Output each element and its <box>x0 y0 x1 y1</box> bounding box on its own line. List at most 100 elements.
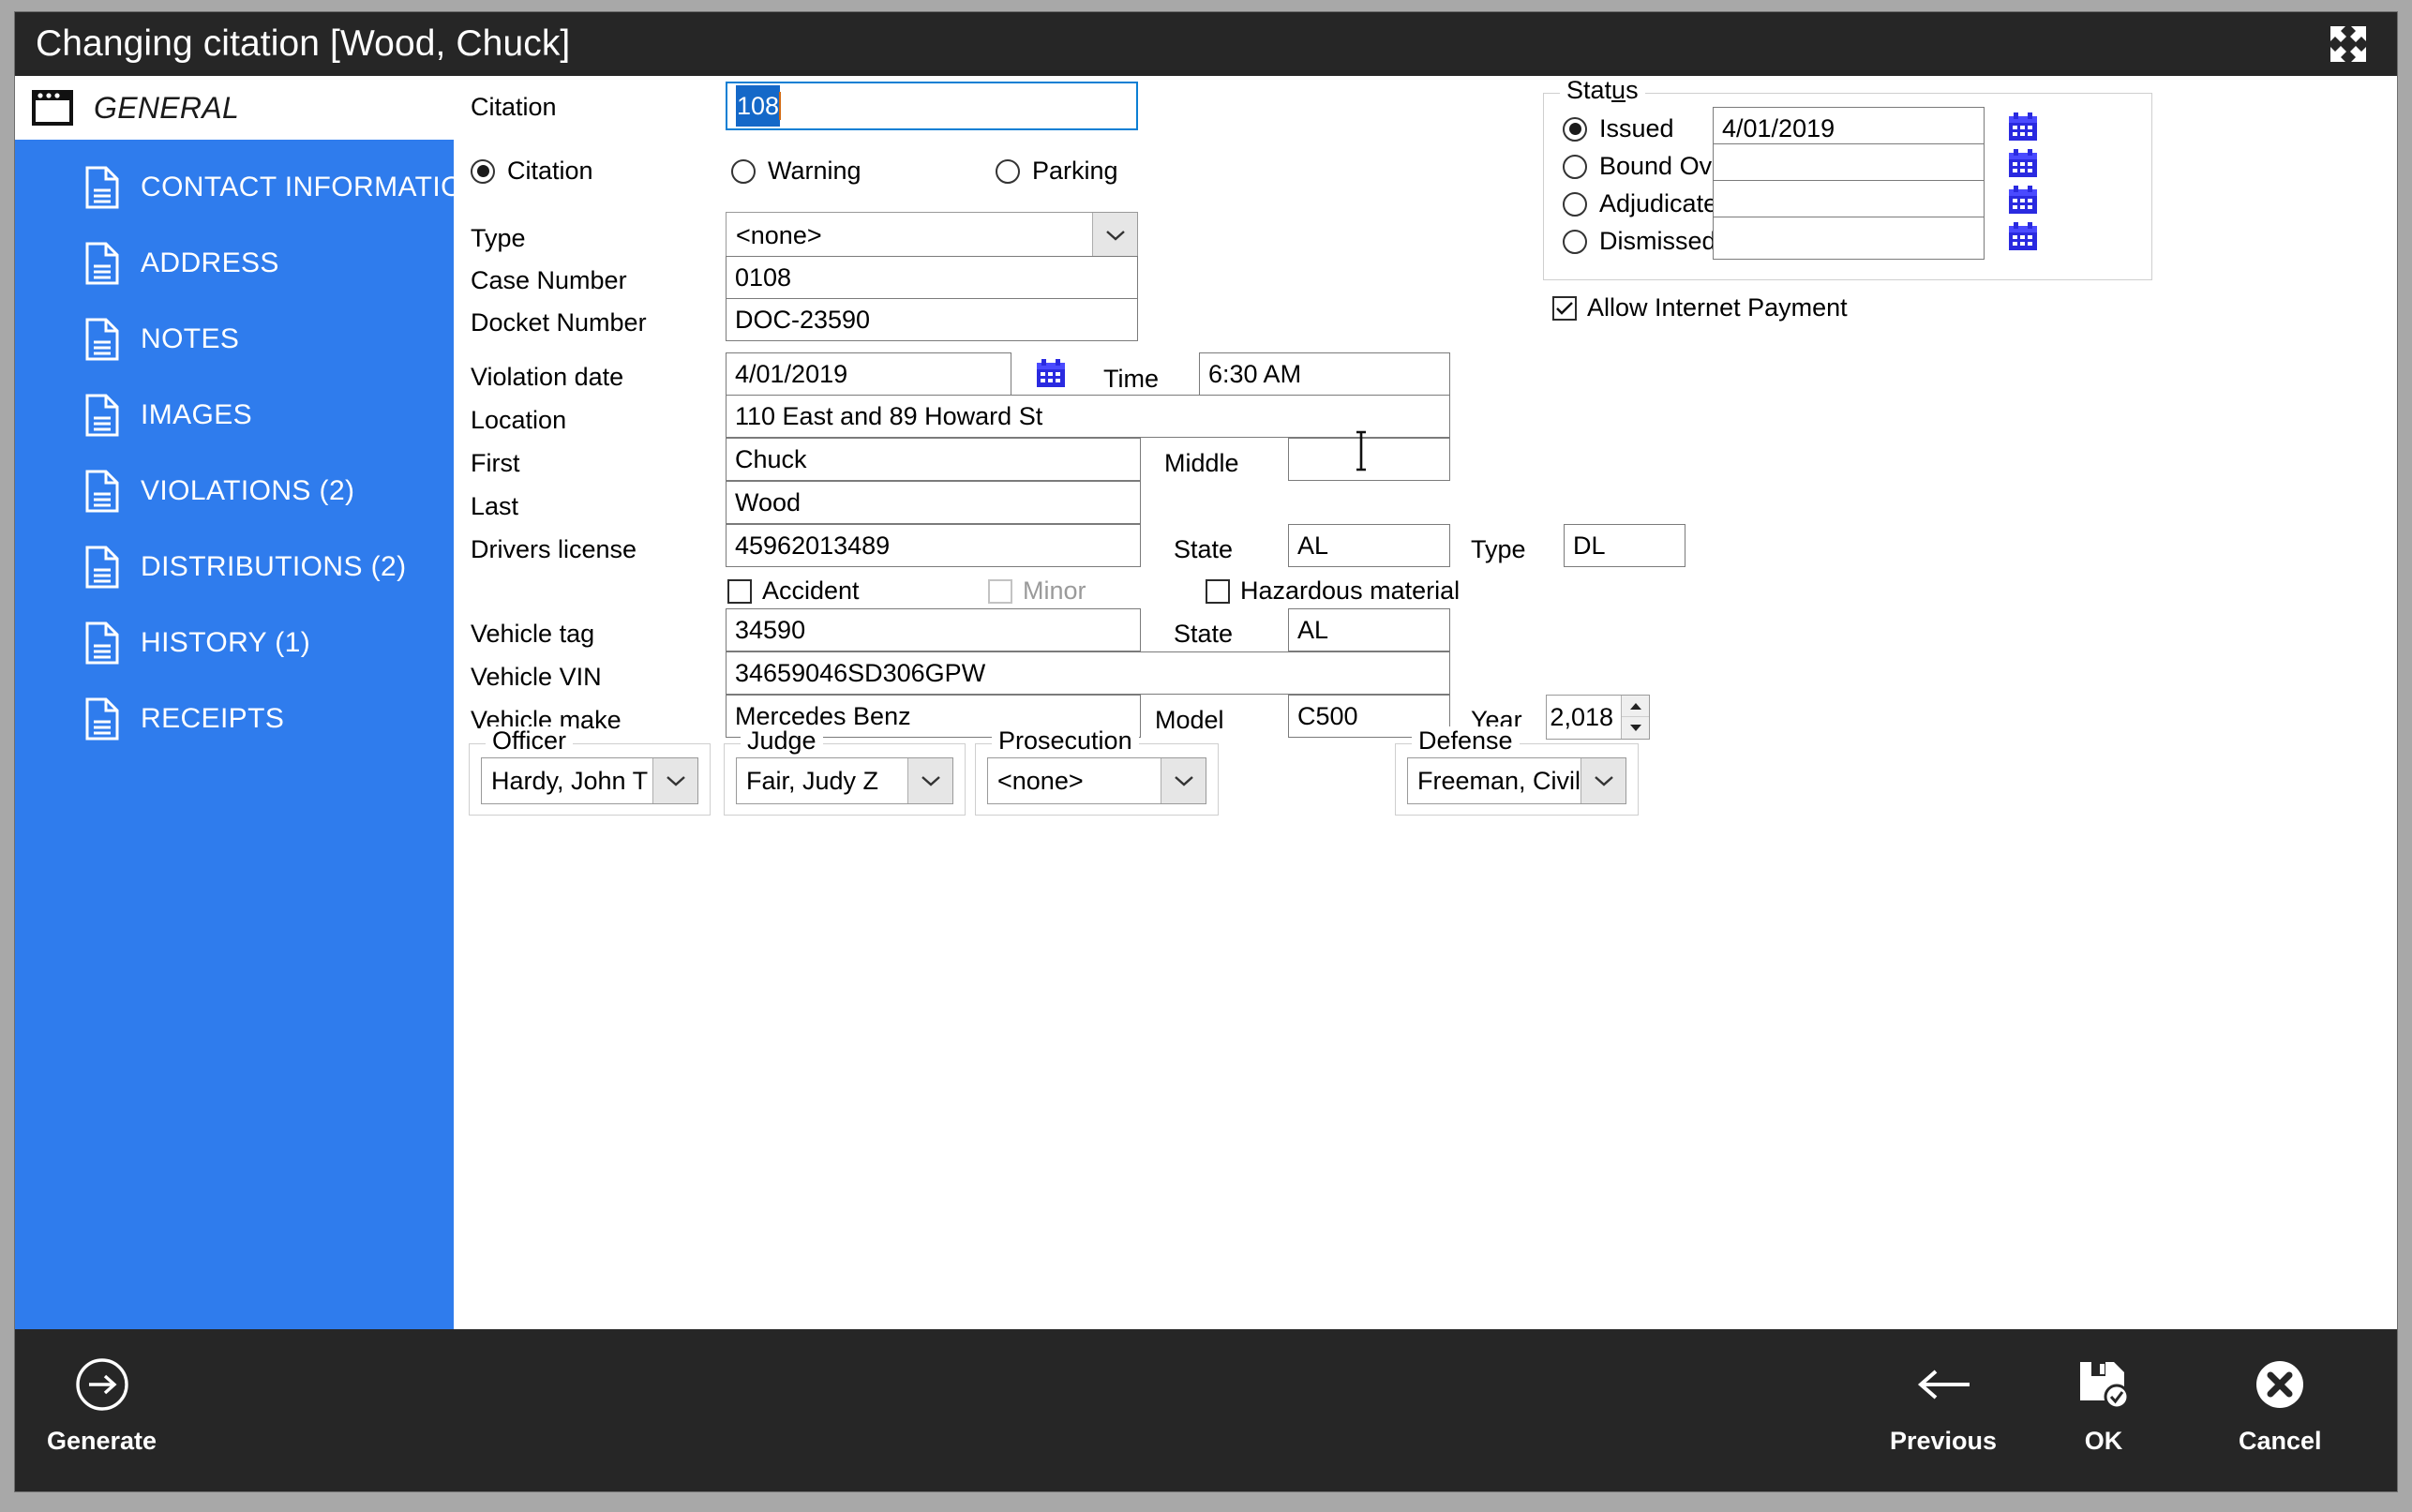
middle-label: Middle <box>1164 449 1239 478</box>
general-form: Citation 108 Citation Warning Parking <box>454 76 2397 1329</box>
citation-input[interactable]: 108 <box>726 82 1138 130</box>
generate-button[interactable]: Generate <box>47 1355 157 1456</box>
radio-citation-label: Citation <box>507 157 593 186</box>
radio-issued-label: Issued <box>1599 114 1674 143</box>
dl-type-label: Type <box>1471 535 1526 564</box>
calendar-icon[interactable] <box>2007 184 2039 216</box>
case-number-label: Case Number <box>471 266 627 295</box>
first-name-input[interactable]: Chuck <box>726 438 1141 481</box>
judge-group-title: Judge <box>741 726 823 756</box>
chevron-down-icon <box>907 758 952 803</box>
first-name-value: Chuck <box>735 439 807 480</box>
calendar-icon[interactable] <box>2007 220 2039 252</box>
tag-state-input[interactable]: AL <box>1288 608 1450 651</box>
middle-name-input[interactable] <box>1288 438 1450 481</box>
vehicle-vin-value: 34659046SD306GPW <box>735 652 985 694</box>
officer-group-title: Officer <box>486 726 573 756</box>
previous-button[interactable]: Previous <box>1890 1355 1997 1456</box>
calendar-icon[interactable] <box>2007 111 2039 142</box>
vehicle-vin-input[interactable]: 34659046SD306GPW <box>726 651 1450 695</box>
drivers-license-input[interactable]: 45962013489 <box>726 524 1141 567</box>
sidebar-item-address[interactable]: ADDRESS <box>15 225 454 301</box>
checkbox-allow-internet-payment-label: Allow Internet Payment <box>1587 293 1848 322</box>
radio-warning[interactable]: Warning <box>731 157 861 186</box>
radio-parking[interactable]: Parking <box>996 157 1118 186</box>
chevron-down-icon <box>652 758 697 803</box>
window-title: Changing citation [Wood, Chuck] <box>36 23 570 65</box>
model-value: C500 <box>1297 696 1358 737</box>
arrow-right-circle-icon <box>74 1355 130 1414</box>
docket-number-input[interactable]: DOC-23590 <box>726 298 1138 341</box>
sidebar-item-list: CONTACT INFORMATION ADDRESS NOTES <box>15 140 454 1329</box>
dl-state-input[interactable]: AL <box>1288 524 1450 567</box>
cancel-button[interactable]: Cancel <box>2239 1355 2322 1456</box>
checkbox-hazardous-material[interactable]: Hazardous material <box>1206 576 1460 606</box>
last-label: Last <box>471 492 518 521</box>
time-value: 6:30 AM <box>1208 353 1301 395</box>
chevron-down-icon <box>1161 758 1206 803</box>
sidebar-item-history[interactable]: HISTORY (1) <box>15 605 454 681</box>
officer-combo[interactable]: Hardy, John T <box>481 757 698 804</box>
stepper-up-icon[interactable] <box>1622 696 1649 717</box>
radio-citation[interactable]: Citation <box>471 157 593 186</box>
dl-type-input[interactable]: DL <box>1564 524 1685 567</box>
defense-combo[interactable]: Freeman, Civility O <box>1407 757 1626 804</box>
ok-button[interactable]: OK <box>2075 1355 2132 1456</box>
dl-state-value: AL <box>1297 525 1328 566</box>
cancel-button-label: Cancel <box>2239 1427 2322 1456</box>
defense-group: Defense Freeman, Civility O <box>1395 743 1639 816</box>
stepper-down-icon[interactable] <box>1622 717 1649 739</box>
location-input[interactable]: 110 East and 89 Howard St <box>726 395 1450 438</box>
expand-arrows-icon[interactable] <box>2326 22 2371 67</box>
judge-combo[interactable]: Fair, Judy Z <box>736 757 953 804</box>
sidebar-item-label: ADDRESS <box>141 247 279 279</box>
radio-dismissed[interactable]: Dismissed <box>1563 227 1716 256</box>
sidebar-item-images[interactable]: IMAGES <box>15 377 454 453</box>
violation-date-input[interactable]: 4/01/2019 <box>726 352 1011 396</box>
type-combo[interactable]: <none> <box>726 212 1138 259</box>
tag-state-value: AL <box>1297 609 1328 651</box>
radio-issued[interactable]: Issued <box>1563 114 1674 143</box>
docket-number-label: Docket Number <box>471 308 647 337</box>
sidebar-item-contact-information[interactable]: CONTACT INFORMATION <box>15 149 454 225</box>
previous-button-label: Previous <box>1890 1427 1997 1456</box>
vehicle-tag-label: Vehicle tag <box>471 620 594 649</box>
first-label: First <box>471 449 519 478</box>
citation-input-value: 108 <box>736 85 780 127</box>
sidebar-item-notes[interactable]: NOTES <box>15 301 454 377</box>
sidebar: GENERAL CONTACT INFORMATION ADDRESS <box>15 76 454 1329</box>
last-name-value: Wood <box>735 482 801 523</box>
vehicle-tag-value: 34590 <box>735 609 805 651</box>
radio-adjudicated-indicator <box>1563 192 1587 217</box>
violation-date-value: 4/01/2019 <box>735 353 847 395</box>
drivers-license-value: 45962013489 <box>735 525 890 566</box>
case-number-input[interactable]: 0108 <box>726 256 1138 299</box>
sidebar-item-violations[interactable]: VIOLATIONS (2) <box>15 453 454 529</box>
radio-citation-indicator <box>471 159 495 184</box>
sidebar-item-distributions[interactable]: DISTRIBUTIONS (2) <box>15 529 454 605</box>
radio-dismissed-label: Dismissed <box>1599 227 1716 256</box>
calendar-icon[interactable] <box>2007 147 2039 179</box>
prosecution-combo[interactable]: <none> <box>987 757 1206 804</box>
status-group-title: Status <box>1560 76 1645 105</box>
dismissed-date-input[interactable] <box>1713 217 1985 260</box>
vehicle-tag-input[interactable]: 34590 <box>726 608 1141 651</box>
generate-button-label: Generate <box>47 1427 157 1456</box>
time-input[interactable]: 6:30 AM <box>1199 352 1450 396</box>
dialog-body: GENERAL CONTACT INFORMATION ADDRESS <box>15 76 2397 1329</box>
checkbox-minor: Minor <box>988 576 1086 606</box>
radio-bound-over[interactable]: Bound Over <box>1563 152 1734 181</box>
radio-dismissed-indicator <box>1563 230 1587 254</box>
year-stepper[interactable]: 2,018 <box>1546 695 1650 740</box>
checkbox-allow-internet-payment[interactable]: Allow Internet Payment <box>1552 293 1848 322</box>
sidebar-item-label: CONTACT INFORMATION <box>141 172 484 203</box>
checkbox-minor-label: Minor <box>1023 576 1086 606</box>
checkbox-accident[interactable]: Accident <box>727 576 860 606</box>
sidebar-item-receipts[interactable]: RECEIPTS <box>15 681 454 756</box>
last-name-input[interactable]: Wood <box>726 481 1141 524</box>
arrow-left-icon <box>1911 1355 1975 1414</box>
radio-adjudicated[interactable]: Adjudicated <box>1563 189 1731 218</box>
calendar-icon[interactable] <box>1035 357 1067 389</box>
sidebar-item-label: DISTRIBUTIONS (2) <box>141 551 406 583</box>
sidebar-item-label: HISTORY (1) <box>141 627 310 659</box>
